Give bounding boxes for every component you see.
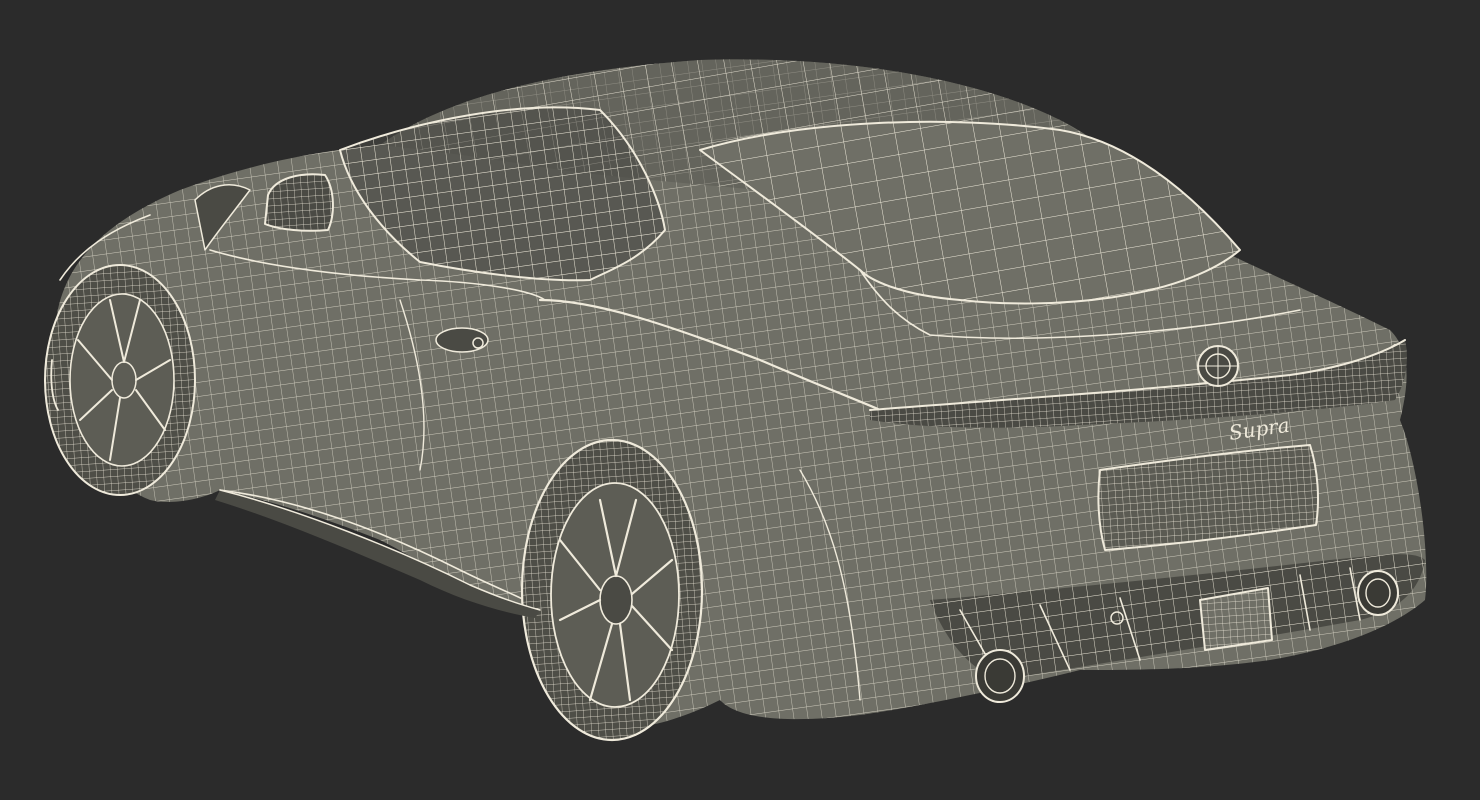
front-wheel (44, 264, 196, 496)
car-wireframe-render: Supra (44, 59, 1427, 742)
rear-emblem-icon (1197, 345, 1239, 387)
exhaust-left (975, 649, 1025, 703)
rear-fog-light (1199, 587, 1273, 651)
door-handle (435, 327, 489, 353)
rear-wheel (520, 438, 704, 742)
render-viewport: Supra (0, 0, 1480, 800)
exhaust-right (1357, 570, 1399, 616)
